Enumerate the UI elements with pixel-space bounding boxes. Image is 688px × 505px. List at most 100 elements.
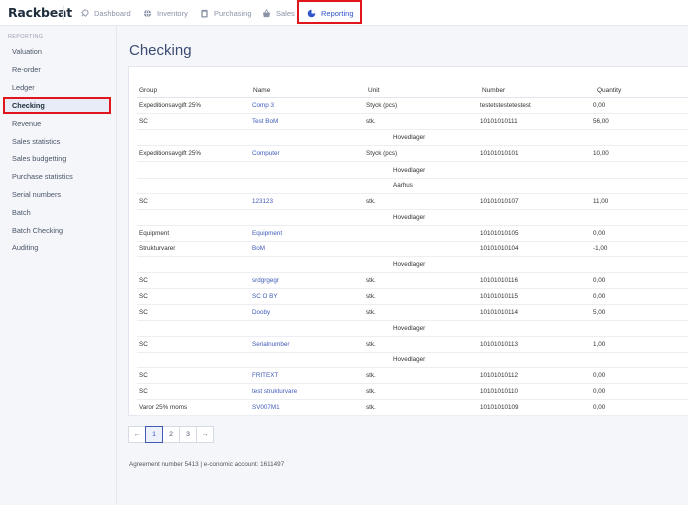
location-cell: Hovedlager bbox=[393, 325, 426, 332]
table-row: SC Dooby stk. 10101010114 5,00 bbox=[137, 305, 688, 321]
table-row: Equipment Equipment 10101010105 0,00 bbox=[137, 226, 688, 242]
nav-purchasing[interactable]: Purchasing bbox=[200, 0, 252, 26]
sidebar-item-batch[interactable]: Batch bbox=[4, 204, 110, 221]
checking-table-card: Group Name Unit Number Quantity Expediti… bbox=[128, 66, 688, 416]
unit-cell: stk. bbox=[366, 372, 376, 379]
number-cell: 10101010105 bbox=[480, 230, 519, 237]
number-cell: testetstestetestest bbox=[480, 102, 531, 109]
location-cell: Aarhus bbox=[393, 182, 413, 189]
number-cell: 10101010115 bbox=[480, 293, 519, 300]
quantity-cell: 0,00 bbox=[593, 372, 606, 379]
sidebar-section-title: REPORTING bbox=[8, 34, 44, 40]
name-cell[interactable]: Comp 3 bbox=[252, 102, 274, 109]
nav-sales[interactable]: Sales bbox=[262, 0, 295, 26]
group-cell: SC bbox=[139, 198, 148, 205]
quantity-cell: 10,00 bbox=[593, 150, 609, 157]
pagination-page-2[interactable]: 2 bbox=[162, 426, 180, 443]
group-cell: SC bbox=[139, 293, 148, 300]
nav-inventory[interactable]: Inventory bbox=[143, 0, 188, 26]
number-cell: 10101010104 bbox=[480, 245, 519, 252]
quantity-cell: 56,00 bbox=[593, 118, 609, 125]
location-cell: Hovedlager bbox=[393, 261, 426, 268]
unit-cell: stk. bbox=[366, 293, 376, 300]
sidebar-item-batch-checking[interactable]: Batch Checking bbox=[4, 222, 110, 239]
table-row: SC SC O BY stk. 10101010115 0,00 bbox=[137, 289, 688, 305]
basket-icon bbox=[262, 8, 271, 17]
rocket-icon bbox=[81, 8, 89, 17]
sidebar-item-re-order[interactable]: Re-order bbox=[4, 61, 110, 78]
sidebar-item-ledger[interactable]: Ledger bbox=[4, 79, 110, 96]
unit-cell: stk. bbox=[366, 388, 376, 395]
table-row: SC srdgrgegr stk. 10101010116 0,00 bbox=[137, 273, 688, 289]
quantity-cell: 0,00 bbox=[593, 230, 606, 237]
pagination-page-3[interactable]: 3 bbox=[179, 426, 197, 443]
sidebar-item-revenue[interactable]: Revenue bbox=[4, 115, 110, 132]
location-cell: Hovedlager bbox=[393, 167, 426, 174]
table-row: SC Serialnumber stk. 10101010113 1,00 bbox=[137, 337, 688, 353]
name-cell[interactable]: test strukturvare bbox=[252, 388, 297, 395]
name-cell[interactable]: SV007M1 bbox=[252, 404, 280, 411]
location-row: Hovedlager bbox=[137, 257, 688, 273]
unit-cell: stk. bbox=[366, 309, 376, 316]
name-cell[interactable]: Equipment bbox=[252, 230, 282, 237]
top-navbar: Rackbeat Dashboard Inventory Purchasing … bbox=[0, 0, 688, 26]
clipboard-icon bbox=[201, 9, 208, 18]
group-cell: SC bbox=[139, 277, 148, 284]
globe-icon bbox=[143, 9, 152, 17]
sidebar-item-sales-budgetting[interactable]: Sales budgetting bbox=[4, 150, 110, 167]
quantity-cell: 0,00 bbox=[593, 102, 606, 109]
sidebar: REPORTING Valuation Re-order Ledger Chec… bbox=[0, 26, 117, 505]
table-row: SC Test BoM stk. 10101010111 56,00 bbox=[137, 114, 688, 130]
pagination-page-1[interactable]: 1 bbox=[145, 426, 163, 443]
name-cell[interactable]: Dooby bbox=[252, 309, 270, 316]
number-cell: 10101010109 bbox=[480, 404, 519, 411]
group-cell: SC bbox=[139, 309, 148, 316]
name-cell[interactable]: BoM bbox=[252, 245, 265, 252]
number-cell: 10101010112 bbox=[480, 372, 519, 379]
location-row: Aarhus bbox=[137, 178, 688, 194]
location-cell: Hovedlager bbox=[393, 356, 426, 363]
unit-cell: stk. bbox=[366, 277, 376, 284]
number-cell: 10101010107 bbox=[480, 198, 519, 205]
name-cell[interactable]: SC O BY bbox=[252, 293, 278, 300]
group-cell: SC bbox=[139, 388, 148, 395]
number-cell: 10101010113 bbox=[480, 341, 519, 348]
location-row: Hovedlager bbox=[137, 321, 688, 337]
sidebar-item-sales-statistics[interactable]: Sales statistics bbox=[4, 133, 110, 150]
name-cell[interactable]: 123123 bbox=[252, 198, 273, 205]
sidebar-item-valuation[interactable]: Valuation bbox=[4, 43, 110, 60]
quantity-cell: 0,00 bbox=[593, 293, 606, 300]
divider bbox=[63, 6, 64, 20]
sidebar-item-purchase-statistics[interactable]: Purchase statistics bbox=[4, 168, 110, 185]
unit-cell: stk. bbox=[366, 341, 376, 348]
pagination-prev-button[interactable]: ← bbox=[128, 426, 146, 443]
unit-cell: stk. bbox=[366, 118, 376, 125]
sidebar-item-serial-numbers[interactable]: Serial numbers bbox=[4, 186, 110, 203]
table-header-row bbox=[137, 82, 688, 98]
nav-dashboard[interactable]: Dashboard bbox=[80, 0, 131, 26]
group-cell: Expeditionsavgift 25% bbox=[139, 102, 201, 109]
group-cell: Equipment bbox=[139, 230, 170, 237]
name-cell[interactable]: Serialnumber bbox=[252, 341, 289, 348]
agreement-footer: Agreement number 5413 | e-conomic accoun… bbox=[129, 461, 285, 468]
location-cell: Hovedlager bbox=[393, 134, 426, 141]
table-row: Strukturvarer BoM 10101010104 -1,00 bbox=[137, 241, 688, 257]
location-row: Hovedlager bbox=[137, 210, 688, 226]
unit-cell: Styck (pcs) bbox=[366, 150, 398, 157]
name-cell[interactable]: Test BoM bbox=[252, 118, 278, 125]
name-cell[interactable]: srdgrgegr bbox=[252, 277, 279, 284]
quantity-cell: 0,00 bbox=[593, 277, 606, 284]
location-row: Hovedlager bbox=[137, 352, 688, 368]
pagination-next-button[interactable]: → bbox=[196, 426, 214, 443]
group-cell: Expeditionsavgift 25% bbox=[139, 150, 201, 157]
table-row: SC 123123 stk. 10101010107 11,00 bbox=[137, 194, 688, 210]
table-row: Expeditionsavgift 25% Computer Styck (pcs)… bbox=[137, 146, 688, 162]
name-cell[interactable]: Computer bbox=[252, 150, 280, 157]
location-cell: Hovedlager bbox=[393, 214, 426, 221]
name-cell[interactable]: FRITEXT bbox=[252, 372, 278, 379]
table-row: SC FRITEXT stk. 10101010112 0,00 bbox=[137, 368, 688, 384]
unit-cell: stk. bbox=[366, 404, 376, 411]
quantity-cell: 0,00 bbox=[593, 388, 606, 395]
group-cell: SC bbox=[139, 341, 148, 348]
sidebar-item-auditing[interactable]: Auditing bbox=[4, 239, 110, 256]
